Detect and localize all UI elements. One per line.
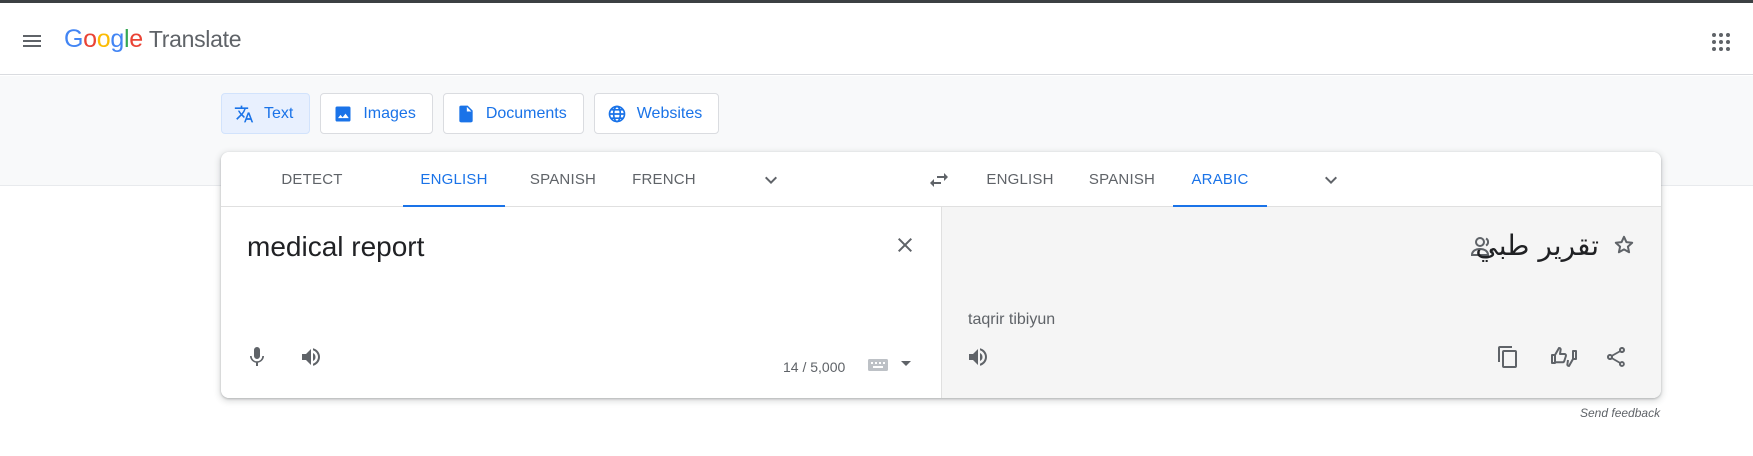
target-pane: تقرير طبي taqrir tibiyun xyxy=(941,207,1661,398)
target-listen-speaker-icon[interactable] xyxy=(966,345,990,369)
hamburger-menu-icon[interactable] xyxy=(20,29,44,53)
clear-source-close-icon[interactable] xyxy=(893,233,917,257)
target-lang-spanish[interactable]: SPANISH xyxy=(1086,152,1158,207)
document-icon xyxy=(459,105,473,122)
translation-card: DETECT LANGUAGE ENGLISH SPANISH FRENCH E… xyxy=(221,152,1661,398)
mode-label: Text xyxy=(264,104,294,122)
share-translation-icon[interactable] xyxy=(1604,345,1628,369)
character-count: 14 / 5,000 xyxy=(783,359,846,375)
logo-letter: g xyxy=(110,25,124,53)
target-more-languages-chevron-down-icon[interactable] xyxy=(1319,168,1343,192)
mode-label: Documents xyxy=(485,104,567,122)
logo-letter: o xyxy=(83,25,97,53)
source-pane[interactable]: medical report 14 / 5,000 xyxy=(221,207,941,398)
rate-translation-thumbs-icon[interactable] xyxy=(1550,345,1578,369)
keyboard-icon[interactable] xyxy=(867,357,889,373)
translate-icon xyxy=(234,105,254,122)
source-lang-detect[interactable]: DETECT LANGUAGE xyxy=(239,152,385,244)
input-tools-caret-down-icon[interactable] xyxy=(900,359,912,369)
source-lang-english[interactable]: ENGLISH xyxy=(403,152,505,208)
romanization-text: taqrir tibiyun xyxy=(968,311,1056,328)
source-lang-french[interactable]: FRENCH xyxy=(626,152,702,207)
source-text-input[interactable]: medical report xyxy=(247,231,424,263)
target-lang-arabic[interactable]: ARABIC xyxy=(1173,152,1267,208)
product-name: Translate xyxy=(148,26,242,52)
save-translation-star-icon[interactable] xyxy=(1612,233,1636,257)
mode-text-button[interactable]: Text xyxy=(221,93,311,134)
image-icon xyxy=(335,106,351,121)
source-listen-speaker-icon[interactable] xyxy=(299,345,323,369)
google-translate-logo[interactable]: Google Translate xyxy=(64,25,241,54)
translation-output: تقرير طبي xyxy=(1475,229,1599,262)
swap-languages-icon[interactable] xyxy=(927,168,951,192)
target-lang-english[interactable]: ENGLISH xyxy=(984,152,1056,207)
logo-letter: G xyxy=(64,25,84,53)
mode-documents-button[interactable]: Documents xyxy=(442,93,584,134)
copy-translation-icon[interactable] xyxy=(1496,345,1520,369)
send-feedback-link[interactable]: Send feedback xyxy=(1580,406,1660,420)
logo-letter: e xyxy=(129,25,143,53)
microphone-icon[interactable] xyxy=(245,345,269,369)
logo-letter: o xyxy=(96,25,111,53)
globe-icon xyxy=(608,105,626,122)
app-header: Google Translate xyxy=(0,3,1753,75)
mode-label: Websites xyxy=(636,104,703,122)
source-more-languages-chevron-down-icon[interactable] xyxy=(759,168,783,192)
google-apps-grid-icon[interactable] xyxy=(1709,30,1733,54)
mode-label: Images xyxy=(363,104,416,122)
language-bar: DETECT LANGUAGE ENGLISH SPANISH FRENCH E… xyxy=(221,152,1661,244)
source-lang-spanish[interactable]: SPANISH xyxy=(522,152,604,207)
mode-images-button[interactable]: Images xyxy=(320,93,433,134)
mode-websites-button[interactable]: Websites xyxy=(593,93,720,134)
mode-selector: Text Images Documents Websites xyxy=(221,93,720,134)
